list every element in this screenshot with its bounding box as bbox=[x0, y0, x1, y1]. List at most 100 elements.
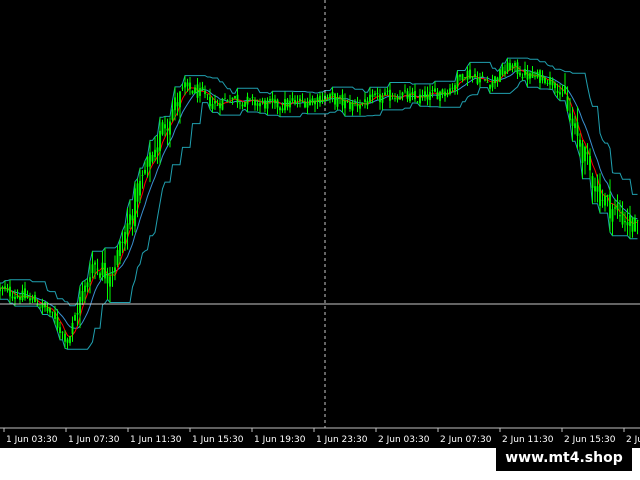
candle-body bbox=[106, 273, 109, 284]
candle bbox=[81, 281, 84, 306]
chart-canvas[interactable]: 1 Jun 03:30 1 Jun 07:30 1 Jun 11:30 1 Jun 1… bbox=[0, 0, 640, 480]
candle-body bbox=[104, 263, 106, 279]
candle-body bbox=[531, 71, 534, 78]
candle-body bbox=[606, 195, 609, 197]
candle bbox=[584, 145, 586, 175]
price-chart[interactable]: 1 Jun 03:30 1 Jun 07:30 1 Jun 11:30 1 Jun 1… bbox=[0, 0, 640, 480]
candle bbox=[109, 266, 111, 303]
candle-body bbox=[51, 311, 54, 313]
candle-body bbox=[486, 82, 489, 84]
candle-body bbox=[401, 92, 404, 96]
candle-body bbox=[404, 90, 406, 92]
candle-body bbox=[174, 97, 176, 111]
candle-body bbox=[84, 285, 86, 292]
candle bbox=[66, 337, 69, 350]
candle bbox=[386, 87, 389, 96]
candle bbox=[366, 97, 369, 110]
candle bbox=[206, 94, 209, 100]
candle bbox=[311, 95, 314, 106]
candle bbox=[309, 93, 311, 106]
candle-body bbox=[211, 104, 214, 109]
candle-body bbox=[146, 156, 149, 167]
candle bbox=[16, 289, 19, 299]
candle-body bbox=[636, 220, 639, 222]
candle-body bbox=[154, 149, 156, 157]
candle-body bbox=[149, 152, 151, 167]
candle-body bbox=[506, 62, 509, 72]
candle bbox=[479, 72, 481, 88]
candle bbox=[576, 106, 579, 149]
candle-body bbox=[176, 102, 179, 107]
candle bbox=[511, 63, 514, 73]
candle bbox=[449, 84, 451, 96]
candle-body bbox=[451, 87, 454, 89]
candle-body bbox=[384, 92, 386, 95]
candle-body bbox=[206, 94, 209, 96]
candle-body bbox=[326, 96, 329, 99]
candle-body bbox=[76, 312, 79, 315]
candle bbox=[316, 94, 319, 109]
candle bbox=[339, 94, 341, 104]
candle-body bbox=[214, 101, 216, 104]
candle-body bbox=[479, 78, 481, 83]
candle-body bbox=[226, 99, 229, 101]
candle bbox=[349, 94, 351, 112]
candle-body bbox=[536, 71, 539, 78]
time-axis-label: 1 Jun 07:30 bbox=[68, 435, 120, 445]
candle-body bbox=[351, 102, 354, 111]
candle-body bbox=[374, 93, 376, 95]
moving-average-layer bbox=[0, 65, 638, 338]
candle-body bbox=[266, 100, 269, 109]
candle bbox=[304, 98, 306, 109]
candle-body bbox=[519, 72, 521, 76]
candle bbox=[444, 88, 446, 102]
candle-body bbox=[156, 147, 159, 153]
candle-body bbox=[354, 102, 356, 104]
candle-body bbox=[546, 82, 549, 84]
candle-body bbox=[86, 282, 89, 288]
moving-average-slow-line bbox=[0, 69, 638, 329]
candle-body bbox=[551, 79, 554, 86]
candle bbox=[34, 291, 36, 303]
candle bbox=[29, 292, 31, 304]
candle-body bbox=[151, 154, 154, 162]
candle bbox=[244, 101, 246, 108]
candle-body bbox=[11, 296, 14, 299]
candle-body bbox=[19, 297, 21, 300]
candle-body bbox=[511, 65, 514, 68]
candle-body bbox=[34, 295, 36, 303]
candle-body bbox=[584, 146, 586, 162]
candle-body bbox=[526, 71, 529, 80]
candle bbox=[616, 194, 619, 219]
candle-body bbox=[459, 74, 461, 77]
candle-body bbox=[21, 290, 24, 301]
lower-band-line bbox=[0, 80, 638, 350]
candle-body bbox=[336, 97, 339, 107]
candle-body bbox=[394, 97, 396, 99]
candle bbox=[341, 89, 344, 113]
candle-body bbox=[306, 102, 309, 108]
candle-body bbox=[276, 99, 279, 108]
candle bbox=[561, 84, 564, 97]
candle-body bbox=[46, 307, 49, 312]
candle-body bbox=[596, 186, 599, 192]
candle-body bbox=[234, 95, 236, 99]
candle-body bbox=[121, 241, 124, 243]
candle bbox=[284, 91, 286, 114]
candle-body bbox=[406, 91, 409, 99]
candle-body bbox=[554, 82, 556, 89]
candle-body bbox=[61, 331, 64, 333]
candle-body bbox=[119, 241, 121, 257]
candle-body bbox=[339, 96, 341, 98]
candle-body bbox=[199, 88, 201, 96]
candle-body bbox=[236, 94, 239, 103]
candle-body bbox=[576, 122, 579, 136]
candle-body bbox=[414, 91, 416, 100]
candle-body bbox=[64, 333, 66, 342]
candle bbox=[414, 83, 416, 103]
candle-body bbox=[386, 90, 389, 92]
candle-body bbox=[614, 207, 616, 209]
candle bbox=[286, 97, 289, 111]
candle-body bbox=[39, 307, 41, 309]
candle bbox=[399, 90, 401, 100]
